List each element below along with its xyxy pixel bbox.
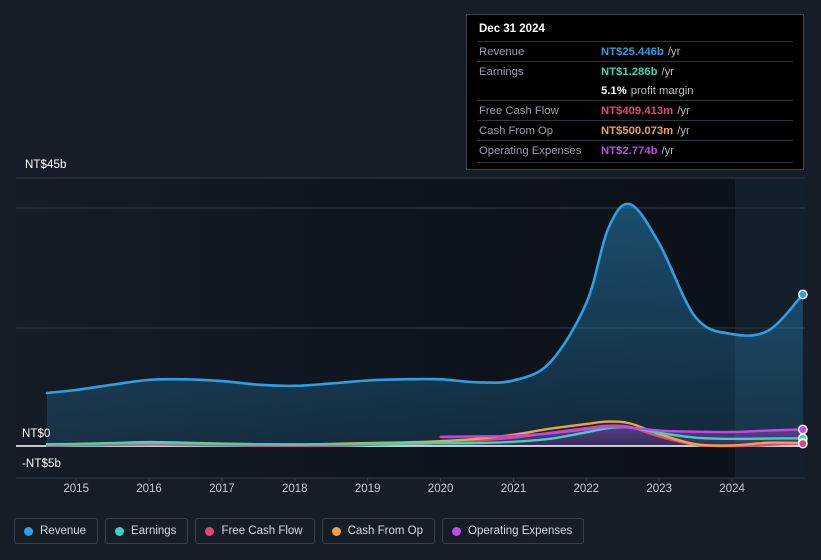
x-axis-tick-label: 2021 [500,483,527,495]
tooltip-rows: Revenue NT$25.446b/yr Earnings NT$1.286b/yr… [477,41,793,160]
x-axis-tick-label: 2022 [573,483,600,495]
chart-legend: Revenue Earnings Free Cash Flow Cash From O… [14,518,585,544]
x-axis-tick-label: 2015 [63,483,89,495]
x-axis-tick-label: 2020 [427,483,454,495]
legend-item-operating-expenses[interactable]: Operating Expenses [442,518,585,544]
endpoint-marker-free-cash-flow [797,438,808,449]
legend-color-dot-icon [331,526,341,536]
x-axis-tick-label: 2017 [209,483,235,495]
legend-item-label: Revenue [40,525,87,537]
tooltip-row-value: 5.1% [601,85,627,97]
tooltip-row-value: NT$409.413m [601,105,674,117]
tooltip-row-value: NT$1.286b [601,66,658,78]
x-axis-tick-label: 2016 [136,483,162,495]
data-tooltip: Dec 31 2024 Revenue NT$25.446b/yr Earnings… [466,14,804,170]
tooltip-row-unit: /yr [677,125,690,137]
x-axis-tick-label: 2024 [719,483,745,495]
tooltip-row: Earnings NT$1.286b/yr [477,61,793,81]
tooltip-row-value: NT$25.446b [601,46,664,58]
x-axis-tick-label: 2023 [646,483,672,495]
x-axis-labels: 2015 2016 2017 2018 2019 2020 2021 2022 2023 2024 [0,483,821,499]
y-axis-label-min: -NT$5b [22,458,61,470]
tooltip-row-label: Operating Expenses [479,145,582,157]
legend-item-label: Earnings [131,525,177,537]
tooltip-row-unit: /yr [667,46,681,58]
legend-item-free-cash-flow[interactable]: Free Cash Flow [195,518,315,544]
tooltip-row: Cash From Op NT$500.073m/yr [477,120,793,140]
tooltip-row: Revenue NT$25.446b/yr [477,41,793,61]
tooltip-row-label: Cash From Op [479,125,554,137]
legend-item-label: Operating Expenses [468,525,573,537]
tooltip-row: 5.1% profit margin [477,81,793,100]
tooltip-row-label: Free Cash Flow [479,105,559,117]
legend-item-label: Cash From Op [347,525,424,537]
legend-item-revenue[interactable]: Revenue [14,518,99,544]
tooltip-row-unit: /yr [661,145,675,157]
endpoint-marker-operating-expenses [797,424,808,435]
x-axis-tick-label: 2019 [354,483,381,495]
tooltip-row-label: Earnings [479,66,524,78]
x-axis-tick-label: 2018 [282,483,308,495]
legend-item-label: Free Cash Flow [221,525,303,537]
legend-color-dot-icon [115,526,125,536]
tooltip-row: Operating Expenses NT$2.774b/yr [477,140,793,160]
endpoint-marker-revenue [797,289,808,300]
tooltip-row-unit: /yr [661,66,675,78]
tooltip-row: Free Cash Flow NT$409.413m/yr [477,100,793,120]
tooltip-date: Dec 31 2024 [479,23,545,35]
tooltip-row-label: Revenue [479,46,525,58]
tooltip-row-unit: /yr [677,105,690,117]
legend-color-dot-icon [205,526,215,536]
tooltip-row-value: NT$2.774b [601,145,658,157]
tooltip-row-value: NT$500.073m [601,125,674,137]
chart-app: NT$45b NT$0 -NT$5b 2015 2016 2017 2018 2019 2… [0,0,821,560]
legend-item-earnings[interactable]: Earnings [105,518,189,544]
tooltip-row-unit: profit margin [630,85,694,97]
y-axis-label-zero: NT$0 [22,428,51,440]
y-axis-label-max: NT$45b [25,159,67,171]
legend-color-dot-icon [452,526,462,536]
tooltip-bottom-divider [477,162,793,163]
legend-color-dot-icon [24,526,33,536]
legend-item-cash-from-op[interactable]: Cash From Op [321,518,436,544]
